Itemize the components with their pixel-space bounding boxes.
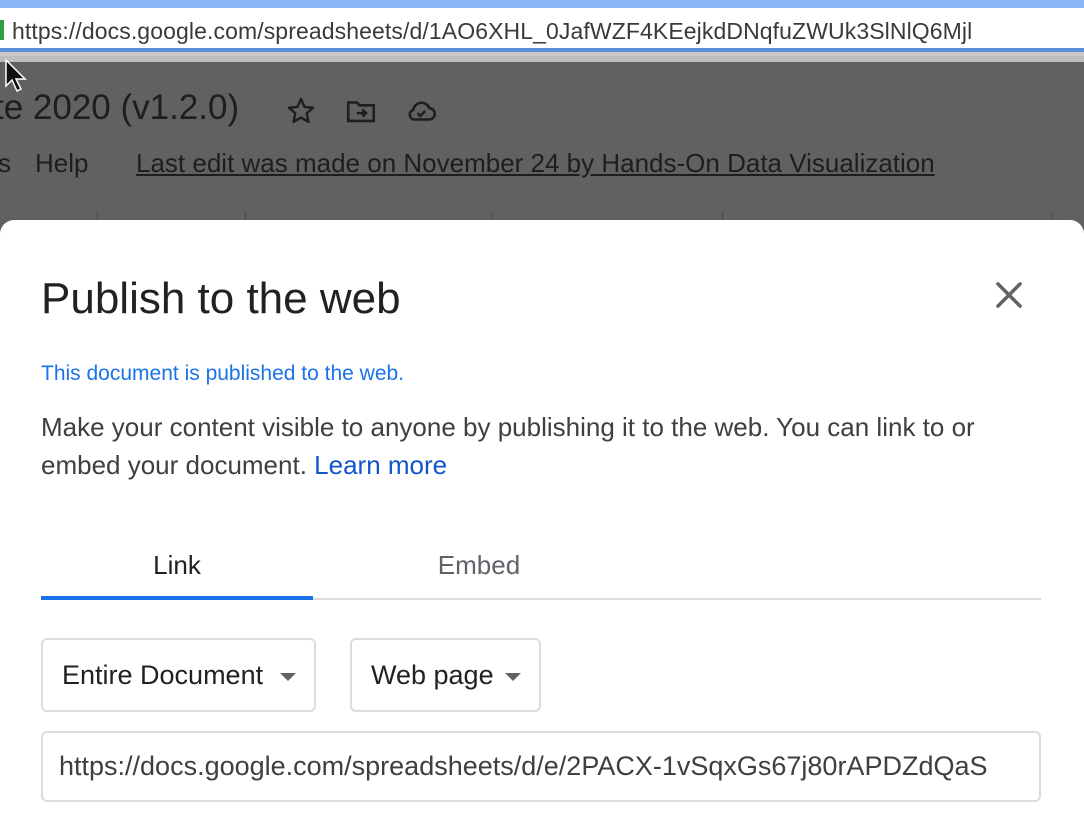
menu-item-partial[interactable]: s — [0, 148, 11, 179]
document-title[interactable]: te 2020 (v1.2.0) — [0, 88, 239, 128]
learn-more-link[interactable]: Learn more — [314, 450, 447, 480]
browser-url-bar: https://docs.google.com/spreadsheets/d/1… — [0, 0, 1084, 62]
menu-item-help[interactable]: Help — [35, 148, 88, 179]
address-url[interactable]: https://docs.google.com/spreadsheets/d/1… — [12, 18, 972, 45]
publish-tabs: Link Embed — [41, 548, 1041, 600]
chevron-down-icon — [280, 673, 296, 681]
tab-embed[interactable]: Embed — [349, 548, 609, 598]
publish-url-input[interactable] — [43, 733, 1039, 800]
format-select-value: Web page — [371, 659, 494, 690]
cloud-saved-icon[interactable] — [404, 94, 438, 128]
chevron-down-icon — [505, 673, 521, 681]
publish-url-field — [41, 731, 1041, 802]
star-icon[interactable] — [284, 94, 318, 128]
published-status: This document is published to the web. — [41, 362, 405, 385]
scope-select-value: Entire Document — [62, 659, 264, 690]
dialog-description: Make your content visible to anyone by p… — [41, 408, 1041, 484]
address-field[interactable]: https://docs.google.com/spreadsheets/d/1… — [0, 8, 1084, 52]
publish-dialog: Publish to the web This document is publ… — [0, 220, 1084, 820]
url-bar-accent — [0, 0, 1084, 8]
scope-select[interactable]: Entire Document — [41, 638, 316, 712]
close-icon[interactable] — [990, 276, 1028, 314]
description-text: Make your content visible to anyone by p… — [41, 412, 975, 480]
move-to-folder-icon[interactable] — [344, 94, 378, 128]
last-edit-link[interactable]: Last edit was made on November 24 by Han… — [136, 148, 935, 179]
secure-indicator-icon — [0, 20, 4, 40]
format-select[interactable]: Web page — [350, 638, 541, 712]
dialog-title: Publish to the web — [41, 274, 401, 323]
mouse-cursor-icon — [5, 58, 27, 93]
tab-link[interactable]: Link — [41, 548, 313, 600]
sheets-header-dimmed: te 2020 (v1.2.0) s Help Last edit was ma… — [0, 62, 1084, 224]
